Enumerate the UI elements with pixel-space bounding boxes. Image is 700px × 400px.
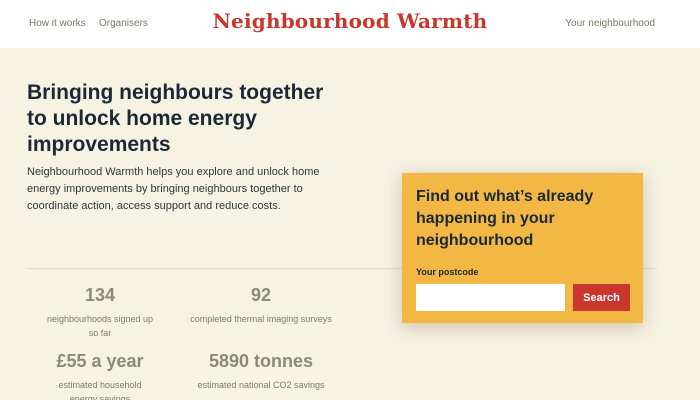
stat-label: estimated national CO2 savings [197, 380, 325, 390]
hero-description: Neighbourhood Warmth helps you explore a… [27, 166, 320, 212]
site-header: How it works Organisers Neighbourhood Wa… [0, 0, 700, 48]
stat-value: £55 a year [56, 351, 144, 371]
stat-label: estimated household energy savings [58, 380, 142, 400]
postcode-input[interactable] [416, 284, 565, 311]
search-button[interactable]: Search [573, 284, 630, 311]
stat-value: 5890 tonnes [208, 351, 314, 371]
stat-neighbourhoods: 134 neighbourhoods signed up so far [25, 284, 175, 340]
nav-link-your-neighbourhood[interactable]: Your neighbourhood [565, 18, 655, 29]
stat-household-savings: £55 a year estimated household energy sa… [25, 350, 175, 400]
search-card-title: Find out what’s already happening in you… [416, 188, 594, 249]
stat-value: 92 [250, 285, 272, 305]
stat-co2-savings: 5890 tonnes estimated national CO2 savin… [186, 350, 336, 392]
stat-value: 134 [84, 285, 116, 305]
hero-title: Bringing neighbours together to unlock h… [27, 81, 324, 156]
stat-label: completed thermal imaging surveys [190, 314, 332, 324]
postcode-search-card: Find out what’s already happening in you… [402, 173, 643, 323]
stat-surveys: 92 completed thermal imaging surveys [186, 284, 336, 326]
stat-label: neighbourhoods signed up so far [46, 314, 154, 338]
postcode-label: Your postcode [416, 267, 479, 277]
